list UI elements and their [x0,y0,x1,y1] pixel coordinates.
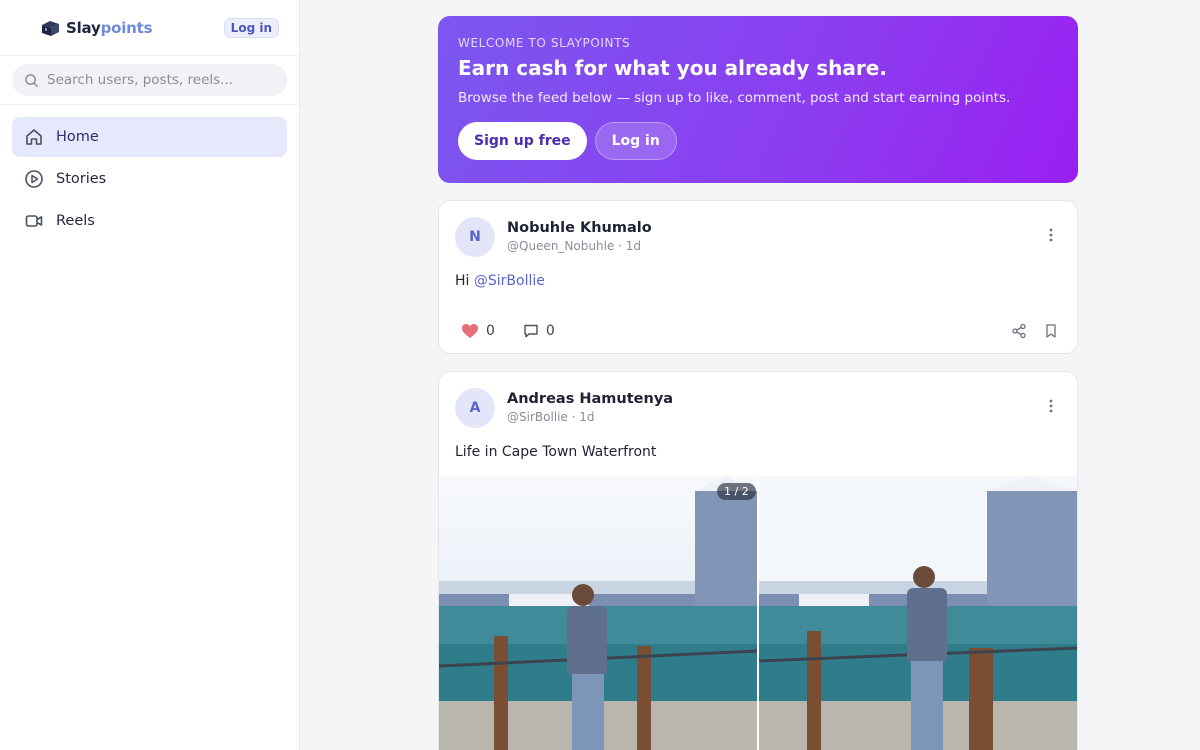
post-time: 1d [625,239,642,253]
treasure-chest-icon [42,20,59,36]
logo[interactable]: Slaypoints [40,18,153,37]
author-handle[interactable]: @Queen_Nobuhle [507,239,614,253]
mention-link[interactable]: @SirBollie [474,273,545,289]
banner-title: Earn cash for what you already share. [458,56,887,80]
sidebar-item-reels[interactable]: Reels [12,201,287,241]
post-actions: 0 0 [439,309,1077,353]
share-icon[interactable] [1011,323,1027,339]
more-options-icon[interactable] [1049,399,1053,413]
author-handle[interactable]: @SirBollie [507,410,568,424]
sidebar-item-label: Stories [56,171,107,187]
post-card: N Nobuhle Khumalo @Queen_Nobuhle · 1d Hi… [438,200,1078,354]
banner-login-button[interactable]: Log in [594,122,677,160]
search-bar[interactable] [12,64,287,96]
sidebar-header: Slaypoints Log in [0,0,299,56]
sidebar-nav: Home Stories Reels [0,105,299,255]
logo-text-part1: Slay [66,18,101,37]
post-text: Life in Cape Town Waterfront [455,444,657,460]
comment-icon [524,324,538,338]
sidebar: Slaypoints Log in Home Stories [0,0,300,750]
comment-count: 0 [545,323,555,339]
search-input[interactable] [47,72,267,88]
bookmark-icon[interactable] [1043,323,1059,339]
avatar[interactable]: N [455,217,495,257]
banner-kicker: WELCOME TO SLAYPOINTS [458,36,631,50]
heart-icon [462,324,478,338]
home-icon [26,129,42,145]
post-media-carousel[interactable]: 1 / 2 [439,476,1077,750]
sidebar-item-home[interactable]: Home [12,117,287,157]
post-text: Hi @SirBollie [439,273,1077,301]
post-author: Nobuhle Khumalo @Queen_Nobuhle · 1d [507,220,652,253]
play-circle-icon [25,170,43,188]
avatar[interactable]: A [455,388,495,428]
media-counter: 1 / 2 [717,483,756,500]
sidebar-item-label: Home [56,129,99,145]
logo-text: Slaypoints [66,18,153,37]
post-text-content: Hi [455,273,474,289]
search-icon [25,73,38,87]
post-time: 1d [579,410,595,424]
main-content: WELCOME TO SLAYPOINTS Earn cash for what… [300,0,1200,750]
welcome-banner: WELCOME TO SLAYPOINTS Earn cash for what… [438,16,1078,183]
logo-text-part2: points [100,18,153,37]
post-photo[interactable] [759,476,1077,750]
sidebar-item-stories[interactable]: Stories [12,159,287,199]
author-name[interactable]: Nobuhle Khumalo [507,220,652,236]
post-meta: @Queen_Nobuhle · 1d [507,239,642,253]
signup-button[interactable]: Sign up free [458,122,587,160]
banner-subtitle: Browse the feed below — sign up to like,… [458,90,1011,106]
post-card: A Andreas Hamutenya @SirBollie · 1d Life… [438,371,1078,750]
post-meta: @SirBollie · 1d [507,410,595,424]
post-header: N Nobuhle Khumalo @Queen_Nobuhle · 1d [439,201,1077,273]
post-photo[interactable] [439,476,757,750]
header-login-button[interactable]: Log in [223,17,279,38]
sidebar-item-label: Reels [56,213,95,229]
post-author: Andreas Hamutenya @SirBollie · 1d [507,391,673,424]
like-button[interactable]: 0 [461,323,495,339]
comment-button[interactable]: 0 [523,323,555,339]
post-secondary-actions [1011,323,1059,339]
more-options-icon[interactable] [1049,228,1053,242]
banner-actions: Sign up free Log in [458,122,1058,160]
like-count: 0 [486,323,495,339]
post-header: A Andreas Hamutenya @SirBollie · 1d [439,372,1077,444]
author-name[interactable]: Andreas Hamutenya [507,391,673,407]
feed: WELCOME TO SLAYPOINTS Earn cash for what… [438,16,1078,750]
search-container [0,56,299,105]
video-icon [25,215,43,227]
